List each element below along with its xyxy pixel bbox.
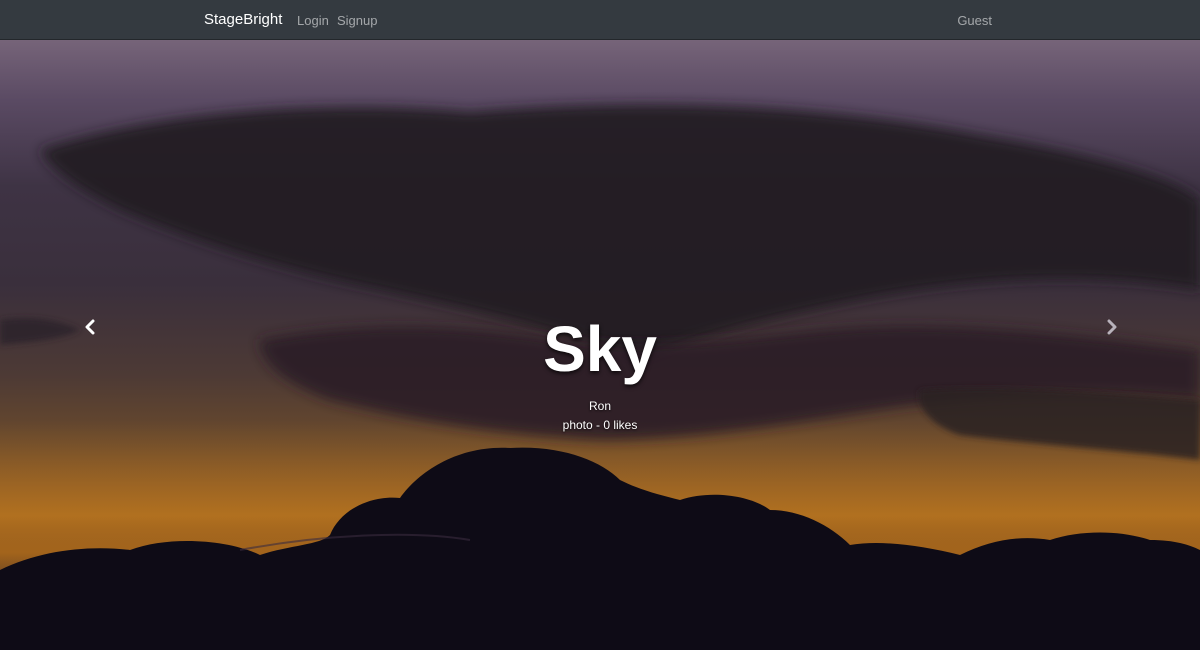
- user-menu-guest[interactable]: Guest: [957, 13, 992, 28]
- slide-meta: photo - 0 likes: [562, 418, 638, 432]
- slide-caption: Sky Ron photo - 0 likes: [0, 40, 1200, 650]
- signup-link[interactable]: Signup: [337, 13, 377, 28]
- brand-link[interactable]: StageBright: [204, 11, 282, 28]
- login-link[interactable]: Login: [297, 13, 329, 28]
- slide-author: Ron: [588, 399, 611, 413]
- photo-carousel: Sky Ron photo - 0 likes: [0, 40, 1200, 650]
- slide-title[interactable]: Sky: [0, 317, 1200, 381]
- top-navbar: StageBright Login Signup Guest: [0, 0, 1200, 40]
